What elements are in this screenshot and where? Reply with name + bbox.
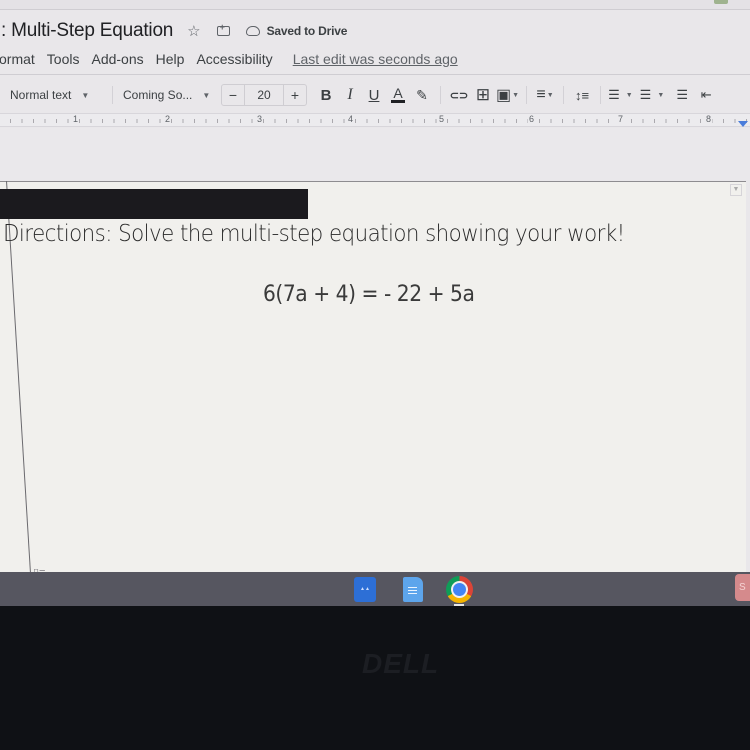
divider: [0, 74, 750, 75]
align-left-icon: ≡: [536, 86, 546, 103]
italic-button[interactable]: I: [339, 83, 361, 107]
last-edit-link[interactable]: Last edit was seconds ago: [293, 51, 458, 67]
right-indent-marker[interactable]: [738, 121, 748, 127]
bold-button[interactable]: B: [315, 83, 337, 107]
line-spacing-button[interactable]: ↕≡: [571, 83, 593, 107]
docs-lines-icon: [408, 587, 417, 595]
data-studio-app-icon[interactable]: ▲▲: [354, 577, 376, 602]
font-size-stepper: − 20 +: [221, 84, 307, 106]
ruler-number: 6: [528, 114, 536, 124]
formatting-toolbar: Normal text ▼ Coming So... ▼ − 20 + B I …: [0, 80, 750, 110]
checklist-icon: ☰: [608, 87, 620, 102]
menu-help[interactable]: Help: [156, 51, 185, 67]
chevron-down-icon: ▼: [81, 90, 90, 100]
ruler-number: 2: [164, 114, 172, 124]
toolbar-separator: [112, 86, 113, 104]
horizontal-ruler[interactable]: 1 2 3 4 5 6 7 8: [0, 113, 750, 127]
checklist-button[interactable]: ☰ ▼: [608, 83, 633, 107]
ruler-number: 5: [438, 114, 446, 124]
menu-add-ons[interactable]: Add-ons: [91, 51, 143, 67]
bulleted-list-icon: ☰: [639, 87, 652, 102]
font-value: Coming So...: [123, 88, 193, 102]
ruler-number: 1: [72, 114, 80, 124]
toolbar-separator: [526, 86, 528, 104]
font-size-input[interactable]: 20: [244, 85, 284, 105]
window-top-strip: [0, 0, 750, 10]
paragraph-style-value: Normal text: [10, 88, 72, 102]
ruler-ticks: [0, 114, 750, 126]
document-title[interactable]: : Multi-Step Equation: [1, 20, 173, 42]
cloud-check-icon[interactable]: [245, 26, 260, 36]
toolbar-separator: [440, 86, 441, 104]
text-color-glyph: A: [393, 85, 403, 101]
numbered-list-icon: ☰: [676, 87, 689, 102]
google-docs-app-icon[interactable]: [403, 577, 423, 602]
star-icon[interactable]: ☆: [187, 22, 200, 40]
ruler-number: 7: [617, 114, 625, 124]
highlight-color-button[interactable]: ✎: [411, 83, 433, 107]
scroll-caret-icon[interactable]: ▼: [730, 184, 742, 196]
title-row: : Multi-Step Equation ☆ Saved to Drive: [0, 14, 347, 48]
chevron-down-icon: ▼: [202, 90, 211, 100]
window-corner-indicator: [714, 0, 728, 4]
editor-background: [0, 128, 750, 180]
increase-font-size-button[interactable]: +: [284, 87, 306, 103]
insert-link-button[interactable]: ⊂⊃: [448, 83, 470, 107]
ruler-number: 3: [256, 114, 264, 124]
line-spacing-icon: ↕≡: [575, 87, 590, 103]
ruler-number: 4: [347, 114, 355, 124]
image-icon: ▣: [496, 87, 512, 104]
equation-text: 6(7a + 4) = - 22 + 5a: [263, 282, 475, 307]
menu-bar: ormat Tools Add-ons Help Accessibility L…: [0, 48, 458, 70]
text-color-icon: A: [391, 85, 405, 103]
menu-accessibility[interactable]: Accessibility: [196, 51, 272, 67]
toolbar-separator: [563, 86, 565, 104]
bulleted-list-button[interactable]: ☰ ▼: [640, 83, 665, 107]
menu-format[interactable]: ormat: [0, 51, 35, 67]
folder-move-icon[interactable]: [216, 22, 230, 36]
font-select[interactable]: Coming So... ▼: [119, 83, 215, 107]
chevron-down-icon: ▼: [657, 91, 665, 99]
comment-icon: ⊞: [475, 85, 491, 104]
decrease-font-size-button[interactable]: −: [222, 87, 244, 103]
decrease-indent-button[interactable]: ⇤: [695, 83, 717, 107]
insert-image-button[interactable]: ▣ ▼: [496, 83, 519, 107]
text-color-button[interactable]: A: [387, 83, 409, 107]
status-tray[interactable]: S: [735, 574, 750, 601]
underline-button[interactable]: U: [363, 83, 385, 107]
toolbar-separator: [600, 86, 602, 104]
highlighter-icon: ✎: [416, 86, 428, 103]
text-color-swatch: [391, 100, 405, 103]
brand-logo: DELL: [362, 648, 440, 679]
decrease-indent-icon: ⇤: [700, 87, 712, 102]
paragraph-style-select[interactable]: Normal text ▼: [6, 83, 106, 107]
add-comment-button[interactable]: ⊞: [472, 83, 494, 107]
chrome-app-icon[interactable]: [446, 576, 473, 603]
menu-tools[interactable]: Tools: [47, 51, 80, 67]
align-button[interactable]: ≡ ▼: [534, 83, 556, 107]
chevron-down-icon: ▼: [546, 91, 554, 99]
chevron-down-icon: ▼: [512, 91, 520, 99]
save-status[interactable]: Saved to Drive: [267, 24, 348, 38]
ruler-number: 8: [705, 114, 713, 124]
chevron-down-icon: ▼: [625, 91, 633, 99]
screen: : Multi-Step Equation ☆ Saved to Drive o…: [0, 0, 750, 606]
numbered-list-button[interactable]: ☰: [671, 83, 693, 107]
directions-text: Directions: Solve the multi-step equatio…: [3, 221, 625, 247]
redacted-block: [0, 189, 308, 219]
link-icon: ⊂⊃: [449, 89, 469, 102]
